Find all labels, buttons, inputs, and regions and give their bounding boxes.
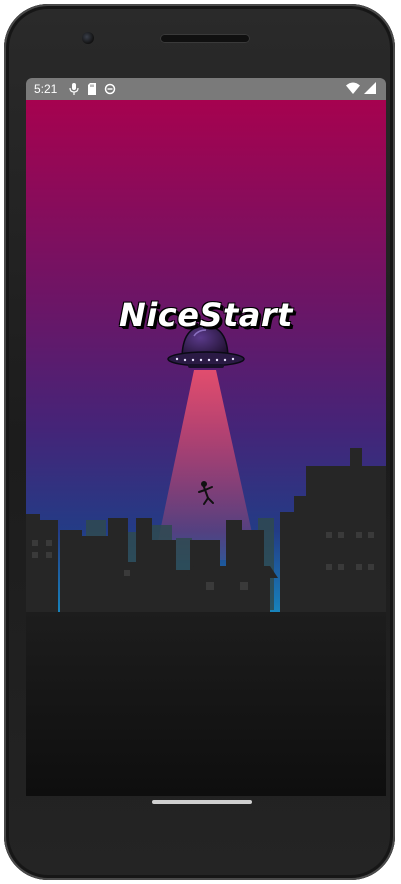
sd-card-icon	[85, 82, 99, 96]
screen: 5:21 NiceStart	[26, 78, 386, 796]
ground-area	[26, 612, 386, 796]
splash-illustration	[26, 100, 386, 796]
status-right-icons	[346, 82, 376, 97]
earpiece-speaker	[160, 34, 250, 43]
wifi-icon	[346, 82, 360, 97]
phone-frame: 5:21 NiceStart	[4, 4, 395, 880]
front-camera	[82, 32, 94, 44]
home-indicator[interactable]	[152, 800, 252, 804]
splash-scene: NiceStart	[26, 100, 386, 796]
sync-icon	[103, 82, 117, 96]
app-title: NiceStart	[119, 296, 293, 334]
mic-icon	[67, 82, 81, 96]
status-time: 5:21	[34, 82, 58, 96]
status-bar: 5:21	[26, 78, 386, 100]
cellular-signal-icon	[364, 82, 376, 97]
